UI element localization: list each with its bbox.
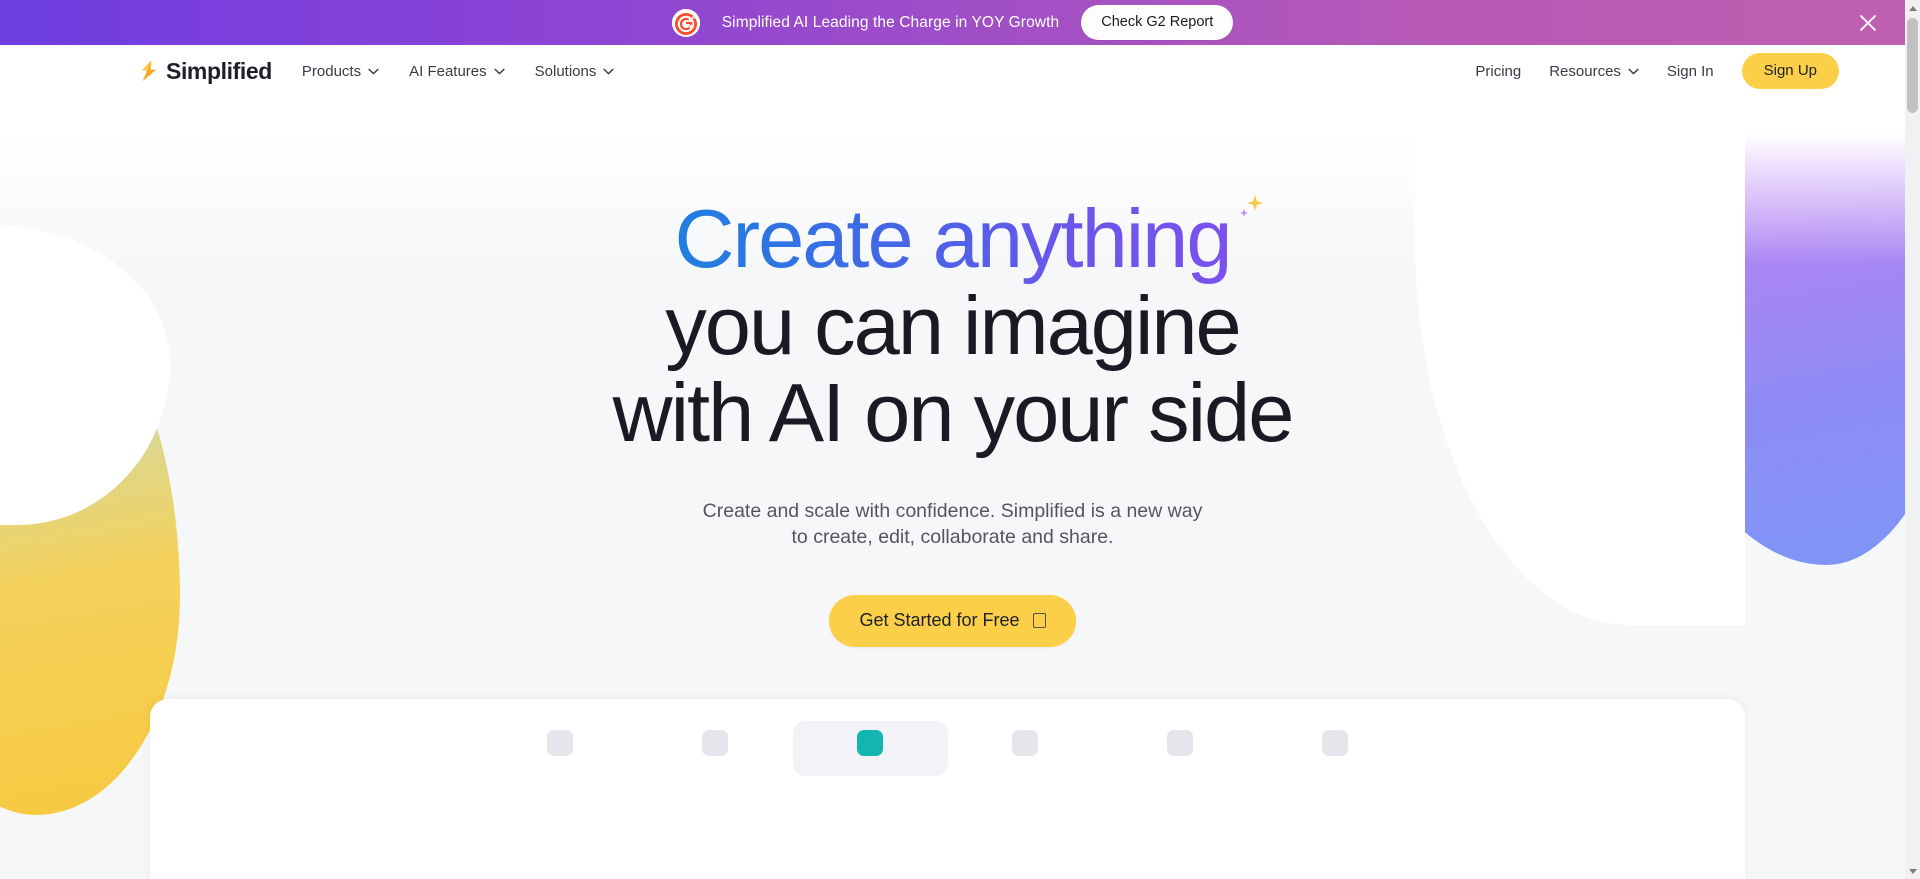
announcement-banner-text: Simplified AI Leading the Charge in YOY … [721, 13, 1060, 31]
get-started-for-free-button[interactable]: Get Started for Free [829, 594, 1076, 647]
headline-line-3: with AI on your side [612, 366, 1295, 459]
nav-links-left: Products AI Features Solutions [302, 63, 614, 80]
sign-in-link[interactable]: Sign In [1667, 63, 1714, 80]
arrow-right-icon [1032, 612, 1046, 628]
scroll-up-arrow-icon[interactable] [1905, 0, 1920, 16]
page-scrollbar[interactable] [1905, 0, 1920, 879]
tool-item[interactable] [948, 721, 1103, 776]
tool-icon [857, 730, 883, 756]
chevron-down-icon [494, 68, 505, 74]
check-g2-report-button[interactable]: Check G2 Report [1081, 5, 1234, 40]
hero-content: Create anything you can imagine with AI … [0, 97, 1905, 647]
nav-item-label: Resources [1549, 62, 1621, 80]
chevron-down-icon [603, 68, 614, 74]
headline-gradient-text: Create anything [674, 192, 1233, 285]
chevron-down-icon [368, 68, 379, 74]
nav-item-resources[interactable]: Resources [1549, 63, 1639, 80]
tool-item[interactable] [1258, 721, 1413, 776]
nav-item-label: AI Features [409, 62, 487, 80]
tool-icon [1012, 730, 1038, 756]
tool-item[interactable] [1103, 721, 1258, 776]
tool-icon [1322, 730, 1348, 756]
announcement-banner-content: 2 Simplified AI Leading the Charge in YO… [671, 5, 1234, 40]
hero-section: Simplified Products AI Features Solution… [0, 45, 1905, 879]
cta-label: Get Started for Free [859, 609, 1020, 630]
nav-item-label: Solutions [534, 62, 597, 80]
headline-line-1: Create anything [675, 195, 1263, 280]
main-navigation: Simplified Products AI Features Solution… [0, 45, 1905, 97]
sign-up-button[interactable]: Sign Up [1741, 53, 1839, 89]
nav-item-pricing[interactable]: Pricing [1475, 63, 1521, 80]
simplified-logo[interactable]: Simplified [138, 58, 272, 85]
scroll-down-arrow-icon[interactable] [1905, 863, 1920, 879]
tools-panel [150, 699, 1745, 879]
sparkle-icon [1239, 195, 1263, 217]
chevron-down-icon [1628, 68, 1639, 74]
nav-item-products[interactable]: Products [302, 63, 379, 80]
hero-cta-wrapper: Get Started for Free [0, 594, 1905, 647]
hero-subtitle-line-1: Create and scale with confidence. Simpli… [702, 500, 1203, 522]
page-title: Create anything you can imagine with AI … [0, 195, 1905, 459]
nav-item-ai-features[interactable]: AI Features [409, 63, 505, 80]
tool-item-active[interactable] [792, 721, 948, 776]
hero-subtitle-line-2: to create, edit, collaborate and share. [791, 526, 1114, 549]
nav-links-right: Pricing Resources Sign In Sign Up [1475, 53, 1839, 89]
simplified-logo-text: Simplified [166, 57, 272, 84]
svg-text:2: 2 [691, 13, 695, 20]
tool-icon [547, 730, 573, 756]
g2-logo-icon: 2 [671, 8, 700, 37]
scrollbar-thumb[interactable] [1907, 18, 1918, 113]
browser-viewport: 2 Simplified AI Leading the Charge in YO… [0, 0, 1920, 879]
close-icon[interactable] [1855, 10, 1881, 36]
tool-item[interactable] [483, 721, 638, 776]
hero-subtitle: Create and scale with confidence. Simpli… [0, 498, 1905, 551]
nav-item-label: Products [301, 62, 362, 80]
announcement-banner: 2 Simplified AI Leading the Charge in YO… [0, 0, 1905, 45]
tools-row [150, 721, 1745, 776]
tool-icon [702, 730, 728, 756]
headline-line-2: you can imagine [665, 279, 1241, 372]
nav-item-solutions[interactable]: Solutions [535, 63, 615, 80]
tool-item[interactable] [638, 721, 793, 776]
nav-item-label: Pricing [1475, 62, 1522, 80]
simplified-s-mark-icon [141, 60, 157, 82]
tool-icon [1167, 730, 1193, 756]
